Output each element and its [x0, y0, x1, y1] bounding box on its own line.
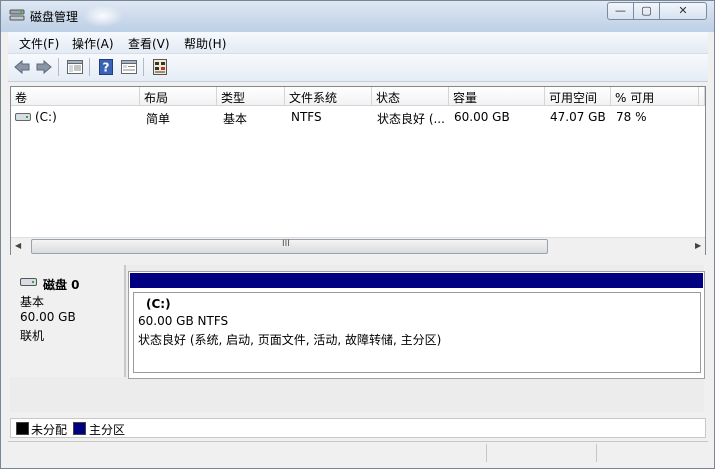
menu-action[interactable]: 操作(A) — [72, 35, 114, 52]
column-header-layout[interactable]: 布局 — [140, 87, 217, 106]
menu-view[interactable]: 查看(V) — [128, 35, 170, 52]
help-icon[interactable]: ? — [97, 58, 115, 76]
disk-management-app-icon — [9, 9, 25, 21]
legend-swatch-unallocated — [16, 422, 29, 435]
toolbar-separator — [143, 58, 144, 76]
disk-size: 60.00 GB — [20, 310, 76, 324]
scroll-left-icon[interactable]: ◀ — [15, 241, 21, 250]
disk-type: 基本 — [20, 295, 45, 309]
cell-type: 基本 — [223, 112, 248, 126]
minimize-icon: — — [615, 4, 626, 17]
maximize-icon: ▢ — [641, 4, 652, 17]
scrollbar-thumb[interactable]: III — [31, 239, 548, 254]
cell-volume: (C:) — [35, 110, 57, 124]
column-header-filesystem[interactable]: 文件系统 — [285, 87, 372, 106]
legend-swatch-primary-partition — [73, 422, 86, 435]
toolbar: ? — [8, 54, 708, 82]
partition-area: (C:) 60.00 GB NTFS 状态良好 (系统, 启动, 页面文件, 活… — [128, 271, 705, 379]
scrollbar-grip: III — [282, 239, 290, 249]
legend-label-unallocated: 未分配 — [31, 423, 68, 437]
partition-size-fs: 60.00 GB NTFS — [138, 314, 229, 328]
menu-help[interactable]: 帮助(H) — [184, 35, 226, 52]
column-header-capacity[interactable]: 容量 — [449, 87, 545, 106]
title-bar[interactable]: 磁盘管理 — ▢ ✕ — [1, 1, 714, 32]
partition-c[interactable]: (C:) 60.00 GB NTFS 状态良好 (系统, 启动, 页面文件, 活… — [133, 292, 701, 373]
volume-list: 卷 布局 类型 文件系统 状态 容量 可用空间 % 可用 (C:) 简单 基本 … — [10, 86, 706, 255]
forward-arrow-icon[interactable] — [35, 58, 53, 76]
disk-settings-icon[interactable] — [151, 58, 169, 76]
show-hide-console-tree-icon[interactable] — [66, 58, 84, 76]
column-header-volume[interactable]: 卷 — [11, 87, 140, 106]
column-header-free-space[interactable]: 可用空间 — [545, 87, 611, 106]
properties-icon[interactable] — [120, 58, 138, 76]
minimize-button[interactable]: — — [607, 2, 634, 20]
menu-file[interactable]: 文件(F) — [19, 35, 59, 52]
close-button[interactable]: ✕ — [659, 2, 707, 20]
disk-icon — [20, 278, 37, 286]
column-header-type[interactable]: 类型 — [217, 87, 285, 106]
close-icon: ✕ — [678, 4, 688, 17]
partition-label: (C:) — [146, 297, 171, 311]
status-bar-separator — [596, 444, 597, 462]
menu-bar: 文件(F) 操作(A) 查看(V) 帮助(H) — [8, 32, 708, 54]
toolbar-separator — [58, 58, 59, 76]
disk-graphical-view: 磁盘 0 基本 60.00 GB 联机 (C:) 60.00 GB NTFS 状… — [10, 265, 705, 412]
cell-layout: 简单 — [146, 112, 171, 126]
primary-partition-bar — [130, 273, 703, 288]
cell-free-space: 47.07 GB — [550, 110, 606, 124]
maximize-button[interactable]: ▢ — [633, 2, 660, 20]
horizontal-scrollbar[interactable]: ◀ III ▶ — [11, 237, 705, 255]
drive-icon — [15, 113, 31, 121]
disk-label-panel[interactable]: 磁盘 0 基本 60.00 GB 联机 — [10, 265, 126, 377]
column-header-status[interactable]: 状态 — [372, 87, 449, 106]
svg-text:?: ? — [103, 61, 110, 75]
legend-label-primary-partition: 主分区 — [89, 423, 126, 437]
window-title: 磁盘管理 — [30, 10, 79, 24]
partition-status: 状态良好 (系统, 启动, 页面文件, 活动, 故障转储, 主分区) — [138, 333, 442, 347]
status-bar — [8, 441, 708, 464]
cell-status: 状态良好 (... — [377, 112, 445, 126]
column-header-percent-free[interactable]: % 可用 — [611, 87, 699, 106]
cell-capacity: 60.00 GB — [454, 110, 510, 124]
cell-filesystem: NTFS — [291, 110, 322, 124]
cell-percent-free: 78 % — [616, 110, 647, 124]
status-bar-separator — [486, 444, 487, 462]
disk-state: 联机 — [20, 329, 45, 343]
disk-name: 磁盘 0 — [43, 278, 80, 292]
toolbar-separator — [89, 58, 90, 76]
back-arrow-icon[interactable] — [13, 58, 31, 76]
scroll-right-icon[interactable]: ▶ — [695, 241, 701, 250]
legend: 未分配 主分区 — [10, 418, 706, 438]
title-glass-glow — [83, 5, 123, 27]
column-header-filler — [699, 87, 705, 106]
disk-management-window: 磁盘管理 — ▢ ✕ 文件(F) 操作(A) 查看(V) 帮助(H) ? 卷 布… — [0, 0, 715, 469]
